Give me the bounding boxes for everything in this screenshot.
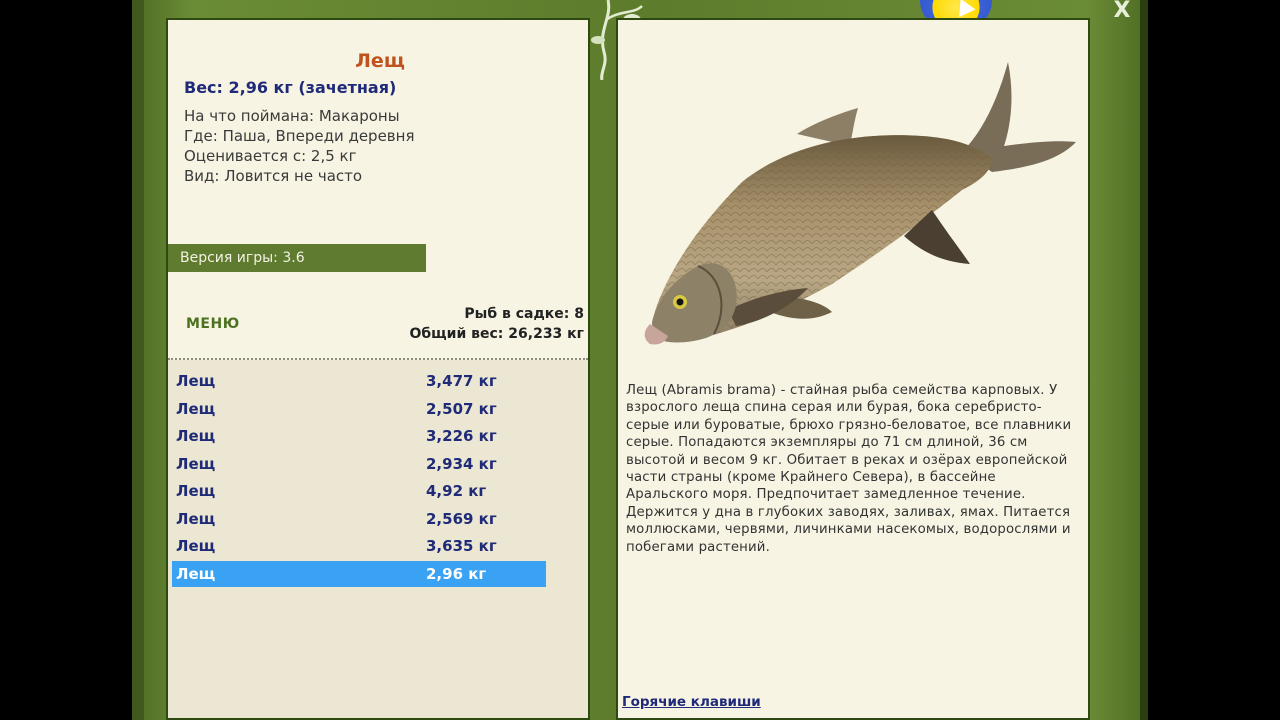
fish-details: На что поймана: Макароны Где: Паша, Впер… <box>184 106 414 186</box>
catch-list: Лещ 3,477 кг Лещ 2,507 кг Лещ 3,226 кг Лещ 2,93… <box>168 360 588 718</box>
catch-list-row[interactable]: Лещ 2,934 кг <box>172 451 546 477</box>
catch-fish-name: Лещ <box>176 537 216 555</box>
catch-fish-weight: 2,569 кг <box>426 509 497 528</box>
catch-fish-name: Лещ <box>176 427 216 445</box>
catch-fish-weight: 3,477 кг <box>426 372 497 390</box>
total-weight: Общий вес: 26,233 кг <box>409 326 585 342</box>
rated-line: Оценивается с: 2,5 кг <box>184 147 357 165</box>
bait-line: На что поймана: Макароны <box>184 107 400 125</box>
catch-fish-weight: 2,507 кг <box>426 399 497 418</box>
screen-right-border <box>1148 0 1280 720</box>
catch-info-panel: Лещ Вес: 2,96 кг (зачетная) На что пойма… <box>166 18 590 720</box>
fish-description-text: Лещ (Abramis brama) - стайная рыба семей… <box>626 383 1072 555</box>
catch-fish-weight: 2,934 кг <box>426 454 497 473</box>
catch-fish-weight: 2,96 кг <box>426 564 487 583</box>
frame-left-edge <box>132 0 144 720</box>
fish-description-panel: Лещ (Abramis brama) - стайная рыба семей… <box>616 18 1090 720</box>
bream-fish-image <box>644 62 1076 345</box>
catch-fish-name: Лещ <box>176 372 216 390</box>
catch-list-row[interactable]: Лещ 4,92 кг <box>172 478 546 504</box>
catch-fish-weight: 3,635 кг <box>426 537 497 555</box>
fish-name-title: Лещ <box>355 50 405 72</box>
menu-button[interactable]: МЕНЮ <box>186 316 240 332</box>
catch-summary: Рыб в садке: 8 Общий вес: 26,233 кг <box>410 304 585 344</box>
catch-list-row[interactable]: Лещ 2,569 кг <box>172 506 546 532</box>
screen-left-border <box>0 0 132 720</box>
kind-line: Вид: Ловится не часто <box>184 167 363 185</box>
fish-weight: Вес: 2,96 кг (зачетная) <box>184 78 397 97</box>
catch-fish-name: Лещ <box>176 399 216 418</box>
catch-list-row[interactable]: Лещ 2,96 кг <box>172 560 546 587</box>
catch-fish-name: Лещ <box>176 482 216 500</box>
catch-fish-name: Лещ <box>176 454 216 473</box>
location-line: Где: Паша, Впереди деревня <box>184 127 415 145</box>
catch-fish-name: Лещ <box>176 564 216 583</box>
catch-fish-name: Лещ <box>176 509 216 528</box>
catch-list-row[interactable]: Лещ 2,507 кг <box>172 396 546 422</box>
hotkeys-link[interactable]: Горячие клавиши <box>622 694 761 710</box>
catch-list-row[interactable]: Лещ 3,226 кг <box>172 423 546 449</box>
catch-fish-weight: 3,226 кг <box>426 427 497 445</box>
catch-list-row[interactable]: Лещ 3,477 кг <box>172 368 546 394</box>
catch-fish-weight: 4,92 кг <box>426 482 487 500</box>
frame-right-edge <box>1140 0 1148 720</box>
catch-list-row[interactable]: Лещ 3,635 кг <box>172 533 546 559</box>
close-icon[interactable]: X <box>1108 0 1136 22</box>
game-version-bar: Версия игры: 3.6 <box>168 244 426 272</box>
fish-count: Рыб в садке: 8 <box>464 306 584 322</box>
